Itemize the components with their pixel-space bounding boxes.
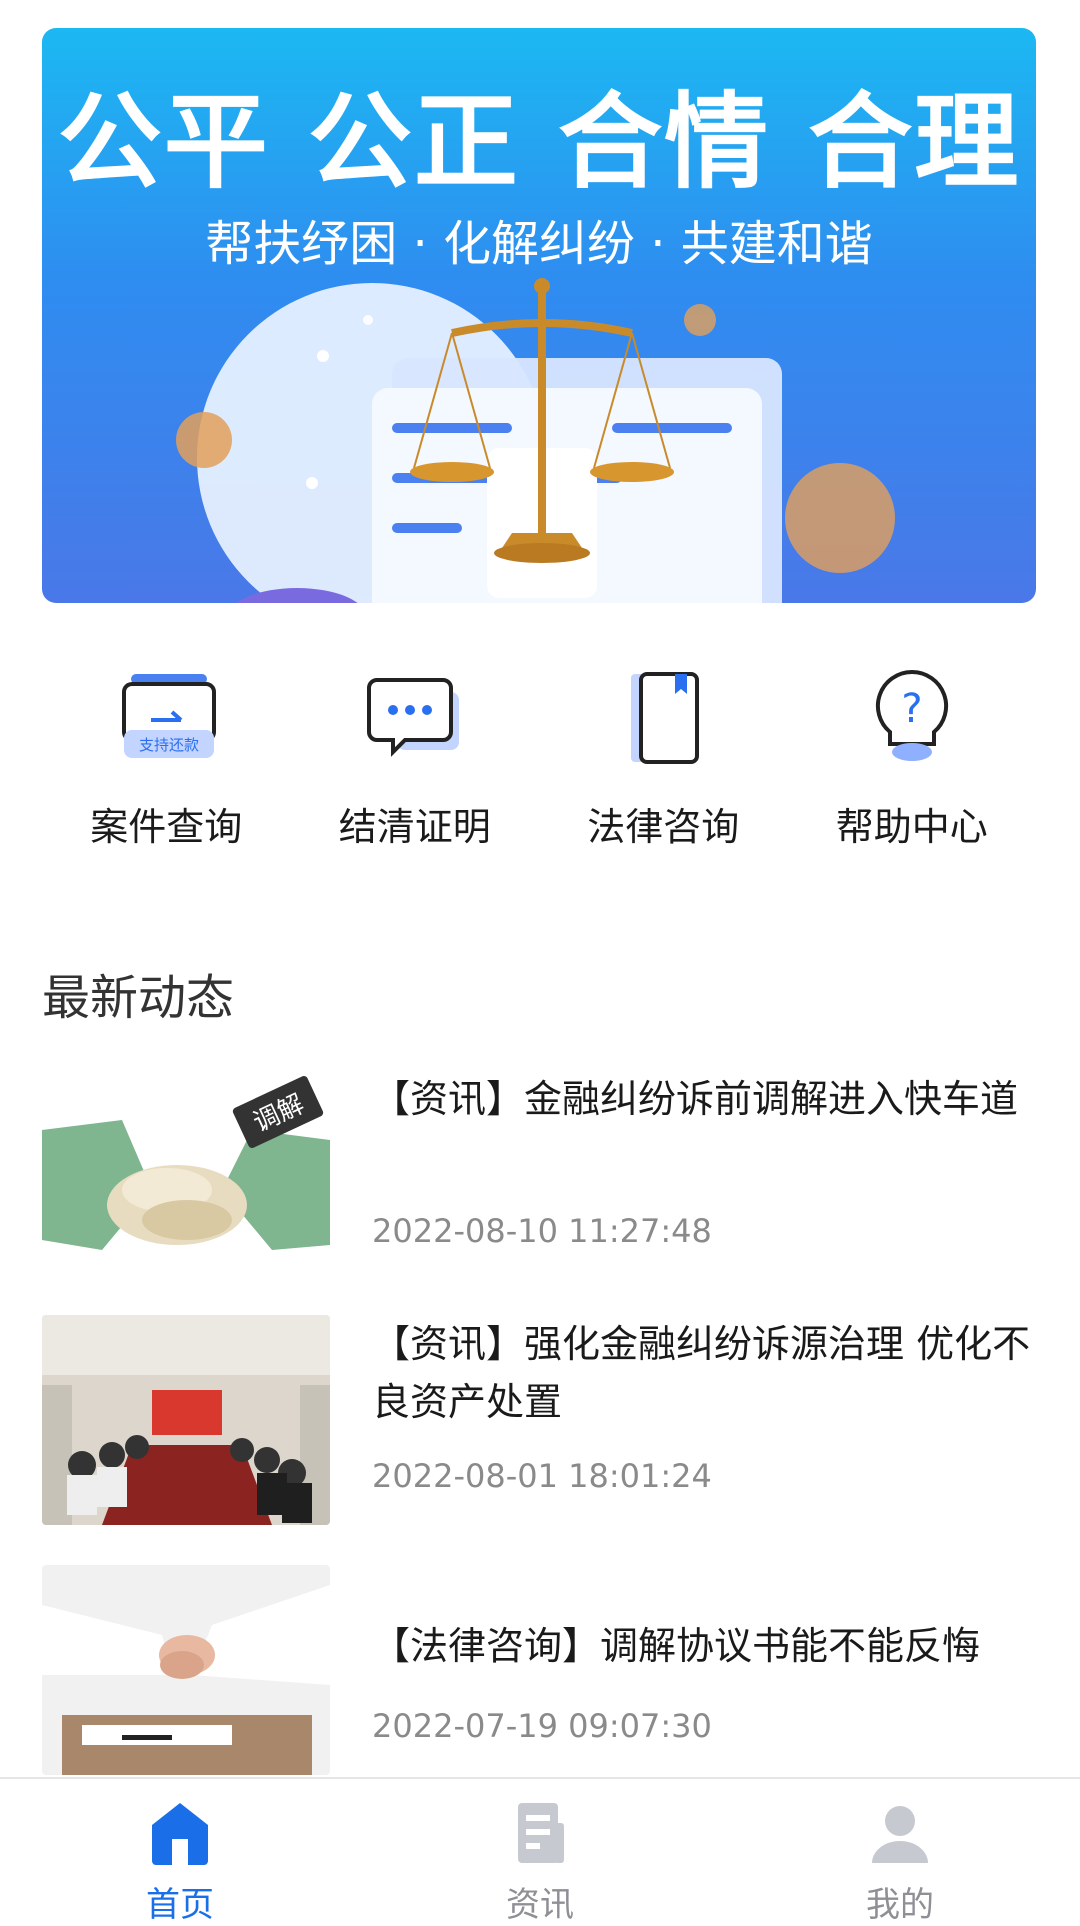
news-title: 【资讯】金融纠纷诉前调解进入快车道 <box>372 1077 1019 1121</box>
tab-news[interactable]: 资讯 <box>360 1779 720 1925</box>
news-item[interactable]: 调解 【资讯】金融纠纷诉前调解进入快车道 2022-08-10 11:27:48 <box>42 1070 1036 1280</box>
case-badge-text: 支持还款 <box>139 736 199 754</box>
shortcut-help-center[interactable]: ? 帮助中心 <box>788 650 1037 860</box>
hero-banner[interactable]: 公平 公正 合情 合理 帮扶纾困 · 化解纠纷 · 共建和谐 <box>42 28 1036 603</box>
tab-label: 首页 <box>146 1885 214 1925</box>
case-search-icon: 支持还款 <box>122 674 217 758</box>
news-date: 2022-07-19 09:07:30 <box>372 1707 712 1745</box>
shortcut-label: 结清证明 <box>338 805 491 849</box>
section-title: 最新动态 <box>42 970 235 1026</box>
shortcut-label: 案件查询 <box>90 805 243 849</box>
banner-subtitle: 帮扶纾困 · 化解纠纷 · 共建和谐 <box>205 216 873 272</box>
news-date: 2022-08-10 11:27:48 <box>372 1212 712 1250</box>
bottom-tab-bar: 首页 资讯 我的 <box>0 1777 1080 1925</box>
shortcut-label: 帮助中心 <box>835 805 988 849</box>
shortcut-case-search[interactable]: 支持还款 案件查询 <box>42 650 291 860</box>
shortcut-label: 法律咨询 <box>587 805 740 849</box>
question-bulb-icon: ? <box>875 669 948 761</box>
news-thumbnail: 调解 <box>42 1070 330 1280</box>
svg-text:?: ? <box>901 686 922 732</box>
news-date: 2022-08-01 18:01:24 <box>372 1457 712 1495</box>
news-thumbnail <box>42 1315 330 1525</box>
news-item[interactable]: 【法律咨询】调解协议书能不能反悔 2022-07-19 09:07:30 <box>42 1565 1036 1775</box>
news-title: 【资讯】强化金融纠纷诉源治理 优化不良资产处置 <box>372 1322 1031 1424</box>
tab-label: 我的 <box>866 1885 934 1925</box>
tab-home[interactable]: 首页 <box>0 1779 360 1925</box>
chat-bubble-icon <box>366 678 459 757</box>
user-icon <box>872 1806 928 1863</box>
banner-title: 公平 公正 合情 合理 <box>57 81 1021 203</box>
news-thumbnail <box>42 1565 330 1775</box>
shortcut-settlement-proof[interactable]: 结清证明 <box>291 650 540 860</box>
news-title: 【法律咨询】调解协议书能不能反悔 <box>372 1624 981 1668</box>
news-item[interactable]: 【资讯】强化金融纠纷诉源治理 优化不良资产处置 2022-08-01 18:01… <box>42 1315 1036 1525</box>
tab-label: 资讯 <box>506 1885 574 1925</box>
book-icon <box>631 672 700 764</box>
shortcut-legal-consult[interactable]: 法律咨询 <box>539 650 788 860</box>
carousel-indicator[interactable] <box>536 564 550 578</box>
tab-profile[interactable]: 我的 <box>720 1779 1080 1925</box>
shortcut-grid: 支持还款 案件查询 结清证明 法律咨询 ? 帮助中心 <box>42 650 1036 860</box>
home-icon <box>152 1803 208 1865</box>
news-doc-icon <box>518 1803 564 1863</box>
